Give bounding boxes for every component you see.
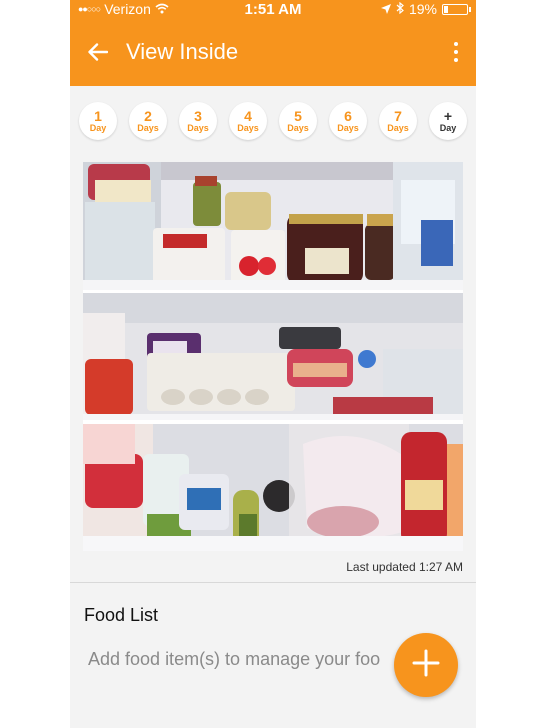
status-bar: ●●○○○ Verizon 1:51 AM 19% [70,0,476,18]
day-number: 4 [244,108,252,124]
phone-screen: ●●○○○ Verizon 1:51 AM 19% View Inside 1D… [70,0,476,728]
fridge-shelf-top [83,162,463,290]
day-unit: Days [137,123,159,133]
status-time: 1:51 AM [244,0,302,18]
add-food-prompt[interactable]: Add food item(s) to manage your foo [88,649,400,670]
wifi-icon [155,1,169,17]
day-unit: Days [387,123,409,133]
day-unit: Days [237,123,259,133]
fridge-shelf-bottom [83,424,463,551]
day-button-7[interactable]: 7 Days [379,102,417,140]
day-number: 3 [194,108,202,124]
add-day-button[interactable]: + Day [429,102,467,140]
day-number: 1 [94,108,102,124]
day-selector: 1 Day 2 Days 3 Days 4 Days 5 Days 6 Days 7 Days… [70,102,476,140]
day-unit: Day [439,123,457,133]
fridge-camera-image [83,162,463,551]
signal-icon: ●●○○○ [78,4,101,14]
day-number: 2 [144,108,152,124]
location-arrow-icon [380,1,391,17]
fridge-shelf-middle [83,293,463,420]
day-button-4[interactable]: 4 Days [229,102,267,140]
day-button-3[interactable]: 3 Days [179,102,217,140]
food-list-section: Food List Add food item(s) to manage you… [70,584,476,728]
day-button-2[interactable]: 2 Days [129,102,167,140]
battery-icon [442,3,471,15]
day-button-1[interactable]: 1 Day [79,102,117,140]
food-list-heading: Food List [84,605,159,625]
day-number: 5 [294,108,302,124]
page-title: View Inside [126,39,239,64]
day-button-5[interactable]: 5 Days [279,102,317,140]
day-unit: Day [89,123,107,133]
plus-icon: + [443,108,453,124]
day-unit: Days [337,123,359,133]
day-number: 7 [394,108,402,124]
back-arrow-icon[interactable] [86,40,110,64]
add-food-button[interactable] [394,633,458,697]
bluetooth-icon [396,1,404,17]
divider [70,582,476,583]
plus-icon [411,648,441,683]
app-bar: View Inside [70,18,476,86]
day-number: 6 [344,108,352,124]
day-unit: Days [187,123,209,133]
day-unit: Days [287,123,309,133]
last-updated-text: Last updated 1:27 AM [346,560,463,574]
day-button-6[interactable]: 6 Days [329,102,367,140]
more-vertical-icon[interactable] [450,40,462,64]
carrier-name: Verizon [104,1,151,17]
battery-percent: 19% [408,1,437,17]
